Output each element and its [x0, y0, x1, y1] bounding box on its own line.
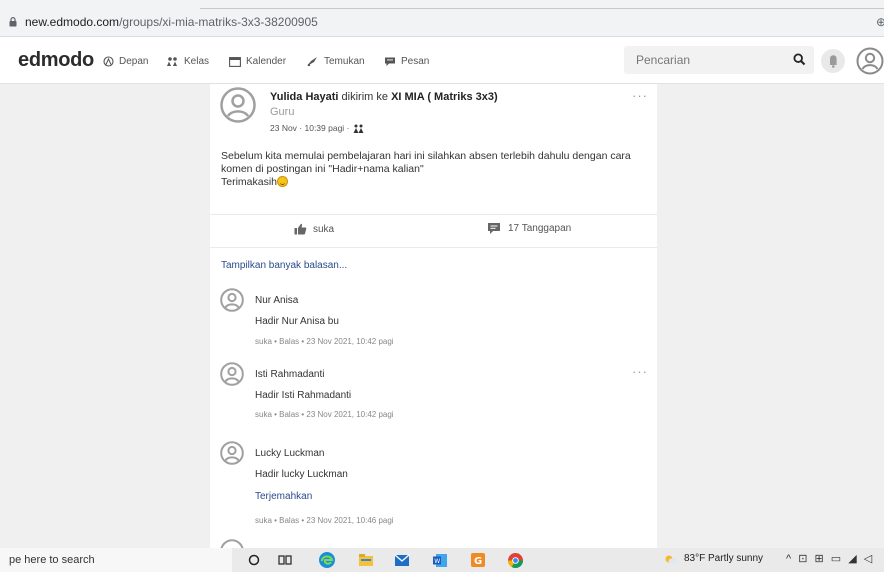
post-sent-to: dikirim ke	[341, 91, 388, 103]
comment-actions[interactable]: suka • Balas • 23 Nov 2021, 10:42 pagi	[255, 337, 394, 346]
comment-text: Hadir lucky Luckman	[255, 469, 348, 480]
extension-icon[interactable]: ⊕	[876, 15, 884, 29]
url-host: new.edmodo.com	[25, 15, 120, 29]
post-card: Yulida Hayati dikirim ke XI MIA ( Matrik…	[210, 84, 657, 548]
like-label: suka	[313, 223, 335, 235]
post-body-line: komen di postingan ini "Hadir+nama kalia…	[221, 163, 424, 175]
smile-emoji-icon	[277, 176, 289, 187]
nav-item-temukan[interactable]: Temukan	[306, 53, 365, 69]
nav-label-depan: Depan	[119, 55, 149, 67]
comment-icon	[488, 223, 500, 234]
nav-label-kalender: Kalender	[246, 55, 287, 67]
home-icon	[103, 55, 114, 67]
nav-item-kelas[interactable]: Kelas	[166, 53, 209, 69]
responses-label: 17 Tanggapan	[508, 223, 572, 234]
weather-text: 83°F Partly sunny	[684, 553, 764, 564]
profile-avatar-icon[interactable]	[856, 47, 884, 75]
post-group[interactable]: XI MIA ( Matriks 3x3)	[391, 91, 498, 103]
message-icon	[385, 57, 395, 66]
tab-strip-edge	[200, 8, 884, 9]
comment-actions[interactable]: suka • Balas • 23 Nov 2021, 10:42 pagi	[255, 410, 394, 419]
comment-text: Hadir Isti Rahmadanti	[255, 390, 352, 401]
post-body-last-line: Terimakasih	[221, 176, 651, 189]
nav-item-kalender[interactable]: Kalender	[229, 53, 286, 69]
nav-item-depan[interactable]: Depan	[103, 53, 148, 69]
edmodo-logo[interactable]: edmodo	[18, 49, 94, 72]
comment-actions[interactable]: suka • Balas • 23 Nov 2021, 10:46 pagi	[255, 516, 394, 525]
nav-label-temukan: Temukan	[324, 55, 365, 67]
like-button[interactable]: suka	[294, 223, 334, 235]
svg-text:G: G	[474, 556, 482, 567]
thumbs-up-icon	[294, 223, 307, 235]
url-path: /groups/xi-mia-matriks-3x3-38200905	[119, 15, 318, 29]
comment-author[interactable]: Nur Anisa	[255, 295, 298, 306]
search-icon[interactable]	[793, 53, 806, 66]
lock-icon	[9, 17, 17, 27]
mail-icon[interactable]	[391, 548, 413, 572]
cortana-icon[interactable]	[243, 548, 265, 572]
svg-text:W: W	[434, 558, 440, 565]
group-audience-icon	[353, 124, 364, 133]
show-more-replies-link[interactable]: Tampilkan banyak balasan...	[221, 260, 347, 271]
top-navbar: edmodo Depan Kelas Kalender Temukan Pesa…	[0, 37, 884, 84]
comment-item: Isti Rahmadanti ··· Hadir Isti Rahmadant…	[210, 362, 657, 422]
comment-more-options[interactable]: ···	[632, 364, 648, 379]
nav-label-kelas: Kelas	[184, 55, 210, 67]
post-body-line: Sebelum kita memulai pembelajaran hari i…	[221, 150, 631, 162]
comment-author[interactable]: Isti Rahmadanti	[255, 369, 324, 380]
comment-text: Hadir Nur Anisa bu	[255, 316, 339, 327]
post-author[interactable]: Yulida Hayati	[270, 91, 338, 103]
divider	[210, 247, 657, 248]
nav-label-pesan: Pesan	[401, 55, 430, 67]
file-explorer-icon[interactable]	[355, 548, 377, 572]
author-avatar-icon[interactable]	[220, 87, 256, 123]
responses-button[interactable]: 17 Tanggapan	[487, 222, 571, 235]
notification-button[interactable]	[821, 49, 845, 73]
taskbar-search-text: pe here to search	[9, 554, 95, 566]
post-more-options[interactable]: ···	[632, 88, 648, 103]
bell-icon	[830, 55, 837, 68]
calendar-icon	[229, 56, 241, 67]
commenter-avatar-icon[interactable]	[220, 441, 244, 465]
nav-item-pesan[interactable]: Pesan	[384, 53, 429, 69]
translate-link[interactable]: Terjemahkan	[255, 491, 312, 502]
address-url[interactable]: new.edmodo.com/groups/xi-mia-matriks-3x3…	[25, 15, 318, 29]
post-timestamp: 23 Nov · 10:39 pagi ·	[270, 123, 350, 133]
search-input[interactable]: Pencarian	[636, 53, 690, 67]
app-icon-orange[interactable]: G	[467, 548, 489, 572]
word-icon[interactable]: W	[429, 548, 451, 572]
taskbar-search-box[interactable]: pe here to search	[0, 548, 232, 572]
search-bar[interactable]: Pencarian	[624, 46, 814, 74]
post-author-role: Guru	[270, 106, 295, 118]
weather-widget[interactable]: 83°F Partly sunny	[664, 553, 763, 564]
post-body-line: Terimakasih	[221, 176, 278, 188]
commenter-avatar-icon[interactable]	[220, 539, 244, 548]
partly-sunny-icon	[665, 555, 678, 564]
post-meta: 23 Nov · 10:39 pagi ·	[270, 123, 364, 133]
commenter-avatar-icon[interactable]	[220, 362, 244, 386]
post-author-line: Yulida Hayati dikirim ke XI MIA ( Matrik…	[270, 91, 498, 103]
comment-item: Nur Anisa Hadir Nur Anisa bu suka • Bala…	[210, 288, 657, 348]
comment-item: Lucky Luckman Hadir lucky Luckman Terjem…	[210, 441, 657, 525]
post-body: Sebelum kita memulai pembelajaran hari i…	[221, 150, 651, 189]
discover-icon	[307, 56, 317, 66]
chrome-icon[interactable]	[504, 548, 526, 572]
browser-address-bar: new.edmodo.com/groups/xi-mia-matriks-3x3…	[0, 0, 884, 37]
commenter-avatar-icon[interactable]	[220, 288, 244, 312]
task-view-icon[interactable]	[274, 548, 296, 572]
comment-author[interactable]: Lucky Luckman	[255, 448, 324, 459]
divider	[210, 214, 657, 215]
windows-taskbar: pe here to search W G 83°F Partly sunny …	[0, 548, 884, 572]
edge-browser-icon[interactable]	[316, 548, 338, 572]
class-icon	[167, 56, 177, 66]
system-tray[interactable]: ^ ⊡ ⊞ ▭ ◢ ◁	[786, 552, 874, 565]
